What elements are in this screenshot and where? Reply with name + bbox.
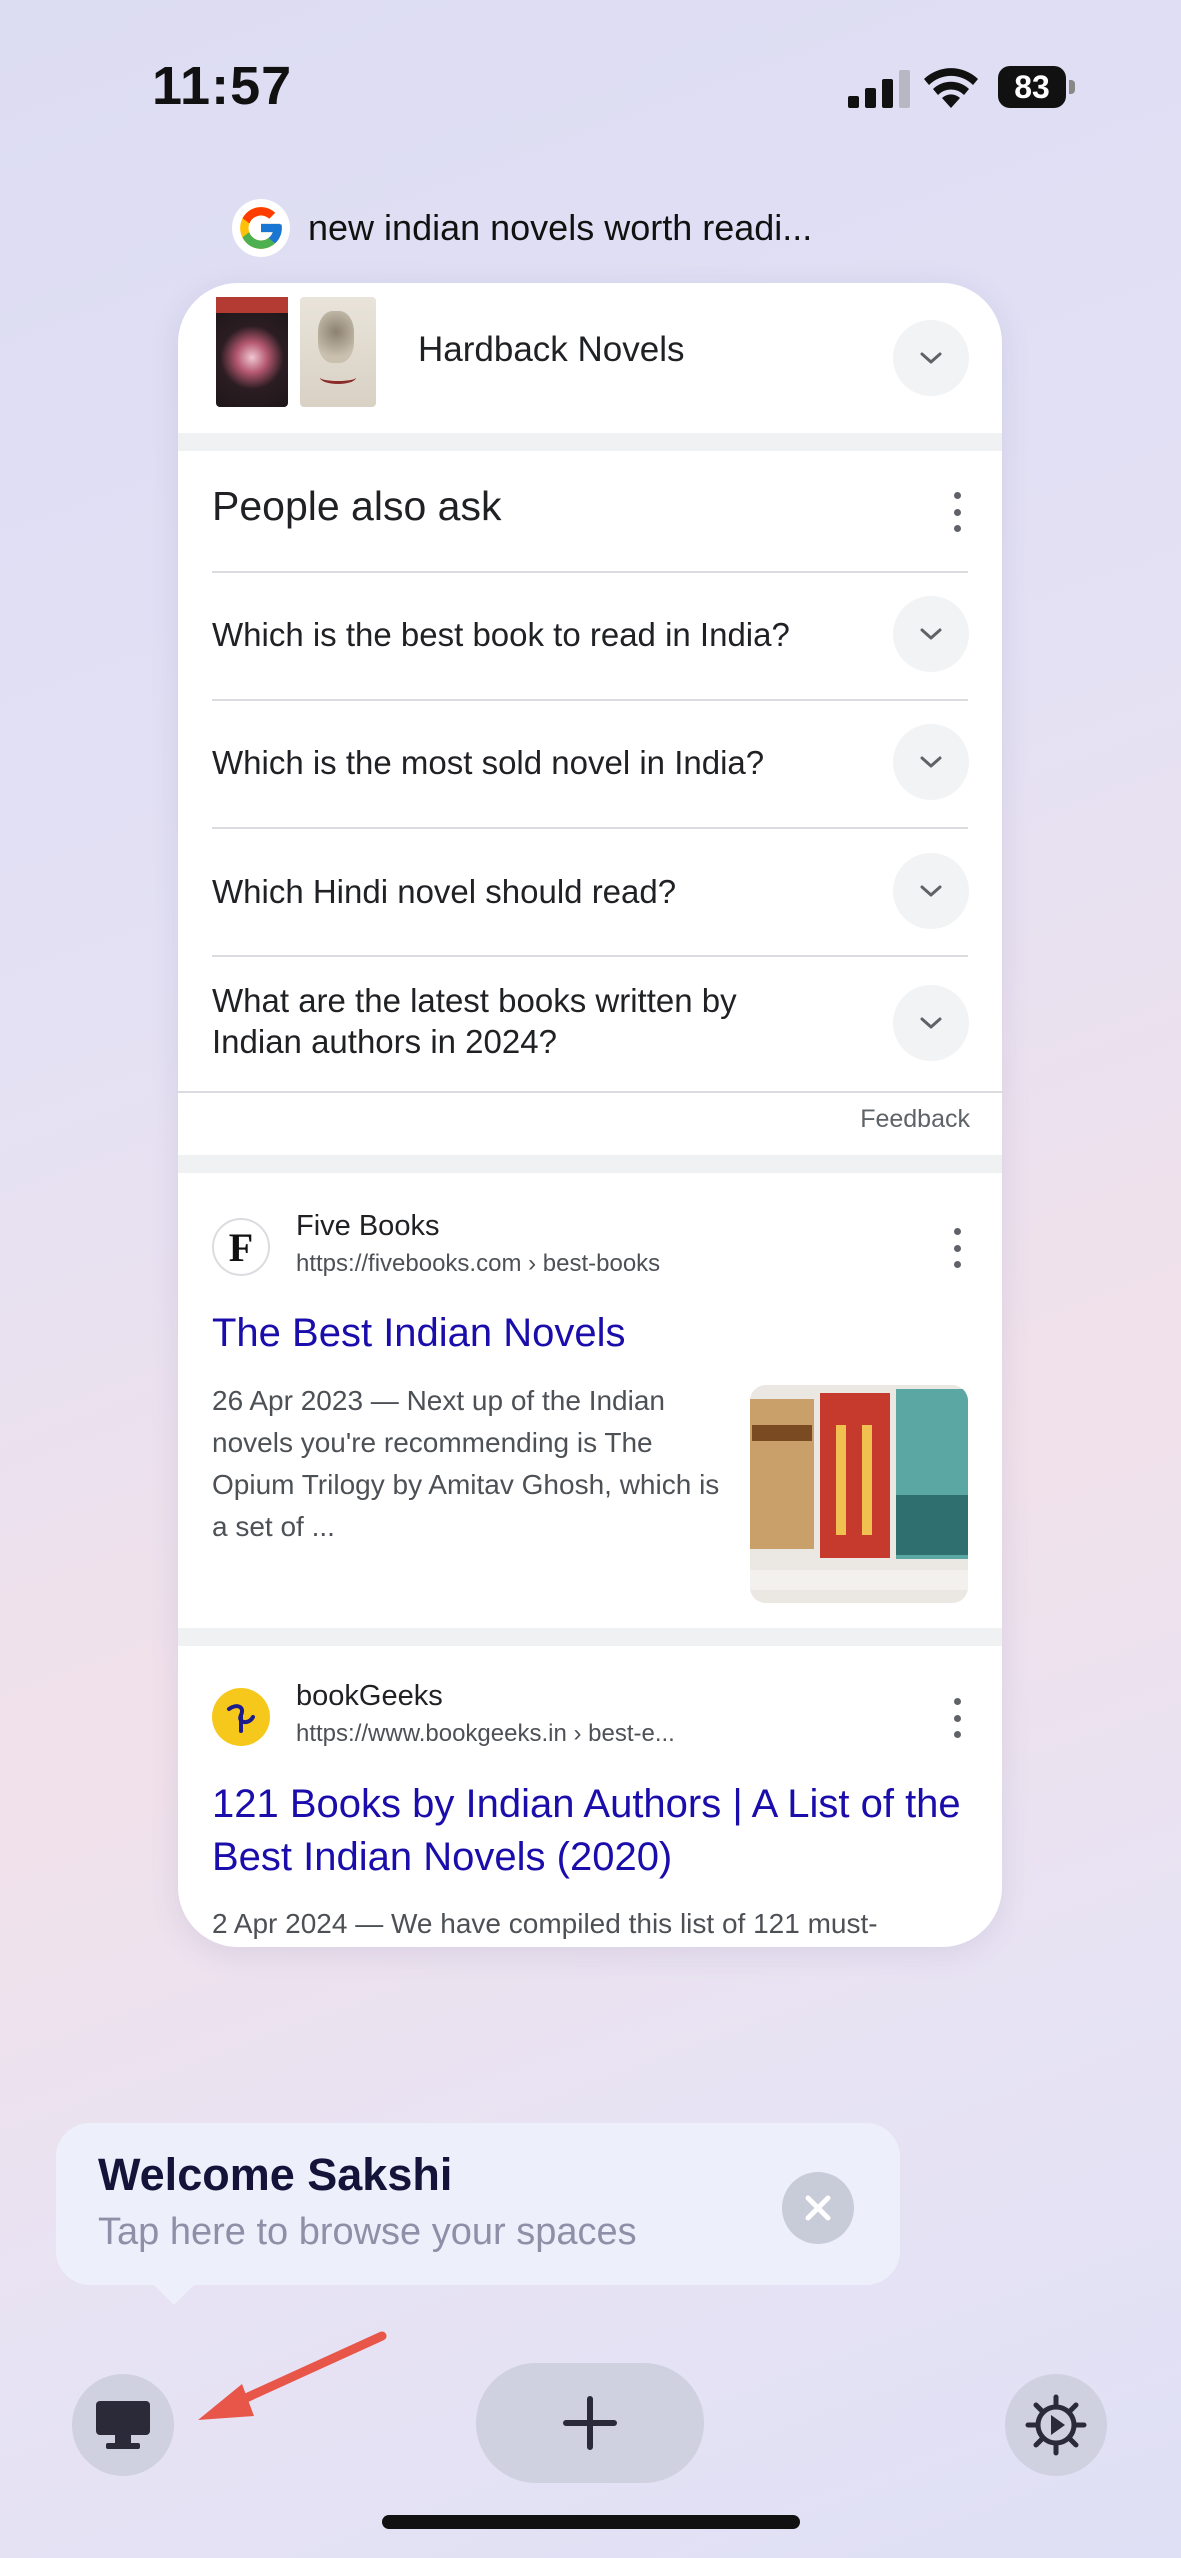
result-snippet: 2 Apr 2024 — We have compiled this list …	[212, 1908, 878, 1939]
question-item[interactable]: Which is the most sold novel in India?	[212, 742, 832, 783]
chevron-down-icon	[920, 1017, 942, 1029]
divider	[212, 955, 968, 957]
result-site-name: Five Books	[296, 1210, 440, 1242]
result-url: https://fivebooks.com › best-books	[296, 1250, 661, 1277]
tab-header[interactable]: new indian novels worth readi...	[232, 198, 812, 258]
result-title-link[interactable]: The Best Indian Novels	[212, 1307, 626, 1360]
section-separator	[178, 1628, 1002, 1646]
close-icon	[805, 2195, 831, 2221]
section-separator	[178, 1155, 1002, 1173]
question-item[interactable]: What are the latest books written by Ind…	[212, 980, 832, 1062]
plus-icon	[563, 2396, 617, 2450]
expand-question-button[interactable]	[893, 853, 969, 929]
expand-question-button[interactable]	[893, 724, 969, 800]
status-time: 11:57	[152, 56, 293, 116]
tab-title: new indian novels worth readi...	[308, 207, 813, 248]
feedback-link[interactable]: Feedback	[860, 1105, 970, 1134]
expand-button[interactable]	[893, 320, 969, 396]
home-indicator[interactable]	[382, 2515, 800, 2529]
book-cover-thumbnail	[300, 297, 376, 407]
result-title-link[interactable]: 121 Books by Indian Authors | A List of …	[212, 1778, 972, 1884]
chevron-down-icon	[920, 352, 942, 364]
chevron-down-icon	[920, 885, 942, 897]
tooltip-subtitle: Tap here to browse your spaces	[98, 2211, 637, 2253]
divider	[212, 699, 968, 701]
section-separator	[178, 433, 1002, 451]
question-item[interactable]: Which Hindi novel should read?	[212, 871, 832, 912]
divider	[212, 827, 968, 829]
result-thumbnail[interactable]	[750, 1385, 968, 1603]
divider	[178, 1091, 1002, 1093]
settings-button[interactable]	[1005, 2374, 1107, 2476]
tab-preview-card[interactable]: Hardback Novels People also ask Which is…	[178, 283, 1002, 1947]
google-icon	[232, 199, 290, 257]
divider	[212, 571, 968, 573]
wifi-icon	[924, 68, 978, 108]
result-url: https://www.bookgeeks.in › best-e...	[296, 1720, 675, 1747]
hardback-novels-row[interactable]: Hardback Novels	[178, 283, 1002, 433]
more-options-icon[interactable]	[952, 1228, 962, 1268]
battery-indicator: 83	[998, 66, 1076, 108]
more-options-icon[interactable]	[952, 1698, 962, 1738]
welcome-tooltip[interactable]: Welcome Sakshi Tap here to browse your s…	[56, 2123, 900, 2305]
tooltip-title: Welcome Sakshi	[98, 2149, 453, 2200]
result-site-name: bookGeeks	[296, 1680, 443, 1712]
bookgeeks-logo	[212, 1688, 270, 1746]
expand-question-button[interactable]	[893, 985, 969, 1061]
result-snippet: 26 Apr 2023 — Next up of the Indian nove…	[212, 1385, 720, 1542]
gear-icon	[1025, 2394, 1087, 2456]
hardback-novels-title: Hardback Novels	[418, 330, 685, 369]
close-tooltip-button[interactable]	[782, 2172, 854, 2244]
chevron-down-icon	[920, 756, 942, 768]
new-tab-button[interactable]	[476, 2363, 704, 2483]
desktop-icon	[96, 2401, 150, 2449]
expand-question-button[interactable]	[893, 596, 969, 672]
question-item[interactable]: Which is the best book to read in India?	[212, 614, 832, 655]
battery-level: 83	[998, 66, 1066, 108]
cellular-signal-icon	[848, 70, 910, 108]
book-cover-thumbnail	[216, 297, 288, 407]
chevron-down-icon	[920, 628, 942, 640]
annotation-arrow-icon	[198, 2331, 387, 2420]
more-options-icon[interactable]	[952, 492, 962, 532]
fivebooks-logo: F	[212, 1218, 270, 1276]
people-also-ask-title: People also ask	[212, 483, 502, 529]
spaces-button[interactable]	[72, 2374, 174, 2476]
